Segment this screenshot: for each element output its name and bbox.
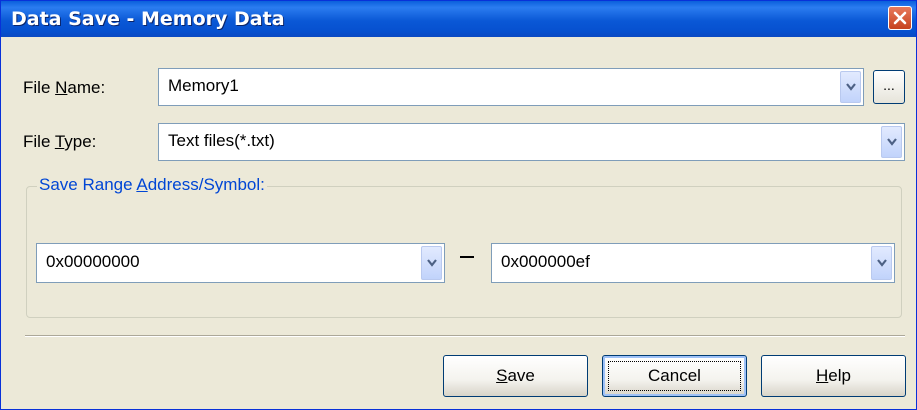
- cancel-button[interactable]: Cancel: [602, 355, 747, 397]
- close-icon: [893, 11, 907, 25]
- file-name-label: File Name:: [23, 78, 106, 97]
- data-save-dialog: Data Save - Memory Data File Name: Memor…: [0, 0, 917, 410]
- browse-button[interactable]: ...: [873, 70, 905, 104]
- focus-rect: [608, 361, 741, 391]
- help-button[interactable]: Help: [761, 355, 906, 397]
- file-type-dropdown-button[interactable]: [881, 126, 902, 158]
- file-name-dropdown-button[interactable]: [840, 71, 861, 103]
- save-button[interactable]: Save: [443, 355, 588, 397]
- file-name-combo[interactable]: Memory1: [158, 68, 864, 106]
- range-start-dropdown-button[interactable]: [421, 246, 442, 280]
- chevron-down-icon: [877, 259, 887, 267]
- range-end-combo[interactable]: 0x000000ef: [491, 243, 895, 283]
- save-range-group-title: Save Range Address/Symbol:: [37, 175, 267, 195]
- file-type-value: Text files(*.txt): [168, 131, 275, 150]
- chevron-down-icon: [427, 259, 437, 267]
- chevron-down-icon: [887, 138, 897, 146]
- range-start-value: 0x00000000: [46, 252, 140, 271]
- range-end-dropdown-button[interactable]: [871, 246, 892, 280]
- window-title: Data Save - Memory Data: [11, 8, 285, 30]
- range-start-combo[interactable]: 0x00000000: [36, 243, 445, 283]
- file-type-label: File Type:: [23, 132, 97, 151]
- file-name-value: Memory1: [168, 76, 239, 95]
- range-end-value: 0x000000ef: [501, 252, 590, 271]
- separator: [25, 335, 905, 337]
- file-type-combo[interactable]: Text files(*.txt): [158, 123, 905, 161]
- title-bar[interactable]: Data Save - Memory Data: [1, 1, 916, 37]
- close-button[interactable]: [888, 6, 912, 30]
- chevron-down-icon: [846, 83, 856, 91]
- range-separator: [460, 256, 474, 258]
